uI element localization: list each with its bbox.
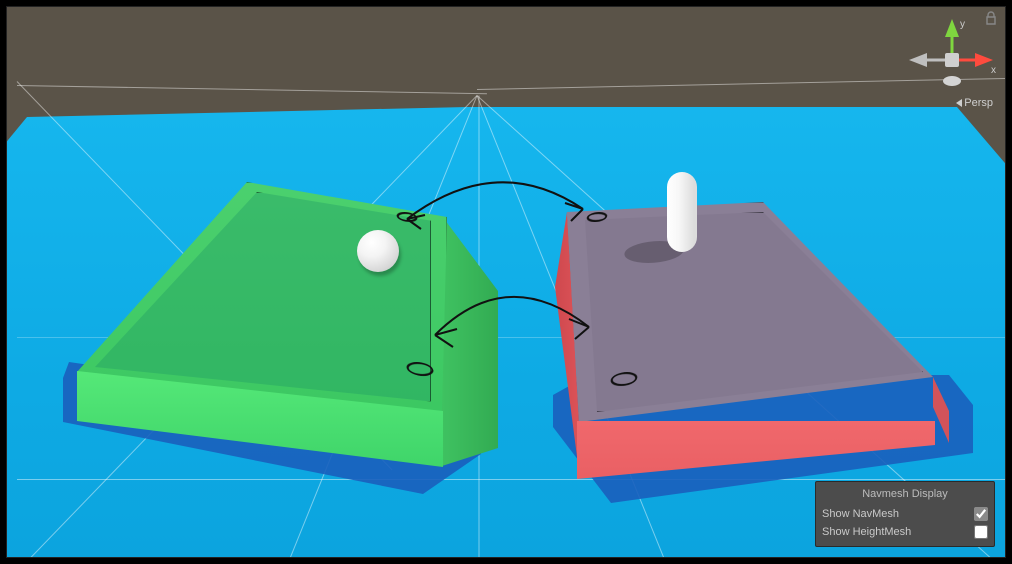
scene-orientation-gizmo[interactable]: y x	[907, 13, 995, 101]
green-navmesh-box[interactable]	[77, 182, 457, 472]
green-box-navmesh-area	[91, 192, 431, 402]
chevron-left-icon	[956, 99, 962, 107]
projection-toggle[interactable]: Persp	[956, 97, 993, 109]
axis-x-label: x	[991, 65, 996, 76]
show-navmesh-label: Show NavMesh	[822, 505, 899, 523]
sphere-object[interactable]	[357, 230, 399, 272]
capsule-agent[interactable]	[667, 172, 697, 252]
show-navmesh-checkbox[interactable]	[974, 507, 988, 521]
panel-title: Navmesh Display	[822, 485, 988, 503]
show-heightmesh-checkbox[interactable]	[974, 525, 988, 539]
red-navmesh-box[interactable]	[555, 182, 955, 482]
scene-viewport[interactable]: y x Persp Navmesh Display Show NavMesh S…	[6, 6, 1006, 558]
navmesh-display-panel[interactable]: Navmesh Display Show NavMesh Show Height…	[815, 481, 995, 547]
axis-y-label: y	[960, 19, 965, 30]
show-heightmesh-label: Show HeightMesh	[822, 523, 911, 541]
projection-label: Persp	[964, 97, 993, 109]
